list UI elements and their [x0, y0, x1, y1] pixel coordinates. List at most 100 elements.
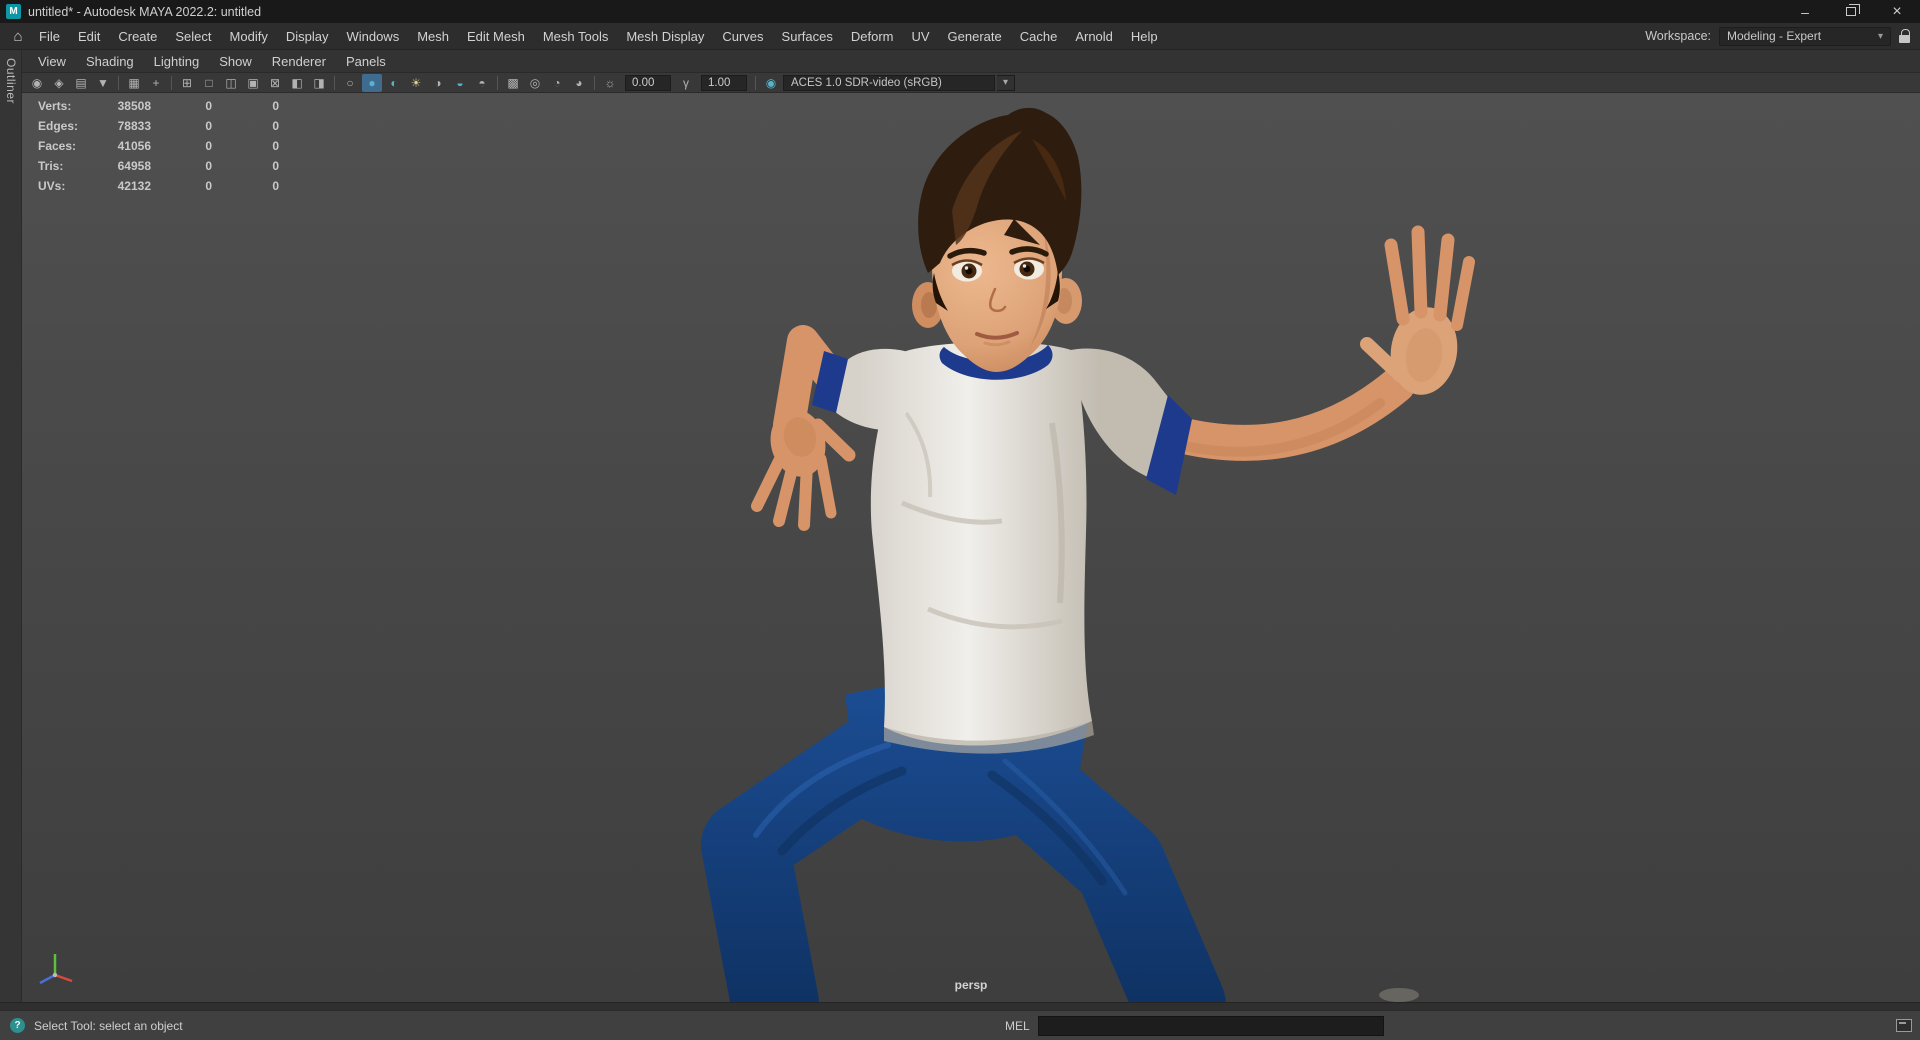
- gamma-button[interactable]: γ: [676, 74, 696, 92]
- menu-file[interactable]: File: [30, 23, 69, 50]
- image-plane-button[interactable]: ▦: [124, 74, 144, 92]
- hud-label: Faces:: [38, 139, 77, 153]
- menu-modify[interactable]: Modify: [221, 23, 277, 50]
- close-button[interactable]: ×: [1874, 0, 1920, 23]
- pan-zoom-button[interactable]: +: [146, 74, 166, 92]
- toolbar-separator: [118, 75, 119, 90]
- hud-label: UVs:: [38, 179, 66, 193]
- outliner-tab[interactable]: Outliner: [4, 58, 18, 104]
- menu-help[interactable]: Help: [1122, 23, 1167, 50]
- hud-col3: 0: [272, 179, 279, 193]
- hud-col3: 0: [272, 159, 279, 173]
- hud-total: 64958: [117, 159, 151, 173]
- script-editor-icon[interactable]: [1896, 1019, 1912, 1032]
- colorspace-dropdown[interactable]: ACES 1.0 SDR-video (sRGB): [783, 74, 995, 91]
- motion-blur-button[interactable]: ◓: [472, 74, 492, 92]
- film-gate-button[interactable]: □: [199, 74, 219, 92]
- minimize-button[interactable]: –: [1782, 0, 1828, 23]
- gate-mask-button[interactable]: ▣: [243, 74, 263, 92]
- gamma-icon: γ: [683, 75, 689, 90]
- menu-deform[interactable]: Deform: [842, 23, 903, 50]
- screen-space-ao-button[interactable]: ◒: [450, 74, 470, 92]
- menu-arnold[interactable]: Arnold: [1066, 23, 1122, 50]
- exposure-field[interactable]: 0.00: [625, 74, 671, 91]
- perspective-viewport[interactable]: Verts: 38508 0 0 Edges: 78833 0 0 Faces:…: [22, 93, 1920, 1002]
- panel-menu-shading[interactable]: Shading: [76, 50, 144, 73]
- colorspace-dropdown-arrow[interactable]: ▾: [997, 74, 1015, 91]
- menu-display[interactable]: Display: [277, 23, 338, 50]
- safe-action-button[interactable]: ◧: [287, 74, 307, 92]
- camera-attributes-button[interactable]: ▤: [71, 74, 91, 92]
- workspace-dropdown[interactable]: Modeling - Expert ▾: [1719, 26, 1891, 46]
- exposure-icon: ☼: [604, 75, 616, 90]
- window-controls: – ×: [1782, 0, 1920, 23]
- mel-label[interactable]: MEL: [1005, 1019, 1030, 1033]
- workspace-lock-icon[interactable]: [1899, 28, 1910, 44]
- menu-surfaces[interactable]: Surfaces: [773, 23, 842, 50]
- menu-curves[interactable]: Curves: [713, 23, 772, 50]
- isolate-select-button[interactable]: ▩: [503, 74, 523, 92]
- panel-menu-view[interactable]: View: [28, 50, 76, 73]
- shadows-button[interactable]: ◑: [428, 74, 448, 92]
- panel-menu-panels[interactable]: Panels: [336, 50, 396, 73]
- menu-generate[interactable]: Generate: [939, 23, 1011, 50]
- use-all-lights-button[interactable]: ☀: [406, 74, 426, 92]
- safe-title-button[interactable]: ◨: [309, 74, 329, 92]
- hud-label: Edges:: [38, 119, 79, 133]
- field-chart-button[interactable]: ⊠: [265, 74, 285, 92]
- menu-select[interactable]: Select: [166, 23, 220, 50]
- home-icon[interactable]: ⌂: [6, 28, 30, 45]
- motion-blur-icon: ◓: [478, 75, 486, 90]
- panel-menu-show[interactable]: Show: [209, 50, 262, 73]
- toolbar-separator: [594, 75, 595, 90]
- textured-mode-button[interactable]: ◐: [384, 74, 404, 92]
- menu-windows[interactable]: Windows: [337, 23, 408, 50]
- menu-edit[interactable]: Edit: [69, 23, 109, 50]
- poly-count-hud: Verts: 38508 0 0 Edges: 78833 0 0 Faces:…: [38, 96, 279, 196]
- default-material-icon: ◕: [575, 75, 583, 90]
- safe-action-icon: ◧: [291, 75, 303, 90]
- xray-button[interactable]: ◎: [525, 74, 545, 92]
- mel-command-input[interactable]: [1038, 1016, 1384, 1036]
- camera-attributes-icon: ▤: [75, 75, 87, 90]
- exposure-button[interactable]: ☼: [600, 74, 620, 92]
- wireframe-mode-button[interactable]: ○: [340, 74, 360, 92]
- title-bar: M untitled* - Autodesk MAYA 2022.2: unti…: [0, 0, 1920, 23]
- default-material-button[interactable]: ◕: [569, 74, 589, 92]
- panel-toolbar: ◉ ◈ ▤ ▼ ▦ + ⊞ □ ◫ ▣ ⊠ ◧ ◨ ○ ● ◐ ☀ ◑ ◒ ◓ …: [22, 73, 1920, 93]
- panel-menu-renderer[interactable]: Renderer: [262, 50, 336, 73]
- panel-menubar: View Shading Lighting Show Renderer Pane…: [22, 50, 1920, 73]
- grid-toggle-button[interactable]: ⊞: [177, 74, 197, 92]
- xray-icon: ◎: [529, 75, 541, 90]
- gamma-field[interactable]: 1.00: [701, 74, 747, 91]
- resolution-gate-button[interactable]: ◫: [221, 74, 241, 92]
- menu-cache[interactable]: Cache: [1011, 23, 1067, 50]
- menu-edit-mesh[interactable]: Edit Mesh: [458, 23, 534, 50]
- hud-total: 42132: [117, 179, 151, 193]
- help-line-bar: ? Select Tool: select an object MEL: [0, 1010, 1920, 1040]
- color-management-button[interactable]: ◉: [761, 74, 781, 92]
- menu-mesh-tools[interactable]: Mesh Tools: [534, 23, 618, 50]
- menu-create[interactable]: Create: [109, 23, 166, 50]
- wireframe-on-shaded-button[interactable]: ◔: [547, 74, 567, 92]
- help-icon: ?: [10, 1018, 25, 1033]
- menu-uv[interactable]: UV: [902, 23, 938, 50]
- hud-col2: 0: [205, 179, 212, 193]
- hud-col3: 0: [272, 139, 279, 153]
- resolution-gate-icon: ◫: [225, 75, 237, 90]
- grid-icon: ⊞: [181, 75, 193, 90]
- maximize-button[interactable]: [1828, 0, 1874, 23]
- panel-menu-lighting[interactable]: Lighting: [144, 50, 210, 73]
- shaded-mode-button[interactable]: ●: [362, 73, 382, 92]
- menu-mesh-display[interactable]: Mesh Display: [617, 23, 713, 50]
- hud-total: 41056: [117, 139, 151, 153]
- field-chart-icon: ⊠: [269, 75, 281, 90]
- lock-camera-icon: ◈: [54, 75, 64, 90]
- close-icon: ×: [1892, 2, 1902, 20]
- menu-mesh[interactable]: Mesh: [408, 23, 458, 50]
- bookmarks-button[interactable]: ▼: [93, 74, 113, 92]
- select-camera-button[interactable]: ◉: [27, 74, 47, 92]
- toolbar-separator: [171, 75, 172, 90]
- colorspace-value: ACES 1.0 SDR-video (sRGB): [791, 76, 942, 89]
- lock-camera-button[interactable]: ◈: [49, 74, 69, 92]
